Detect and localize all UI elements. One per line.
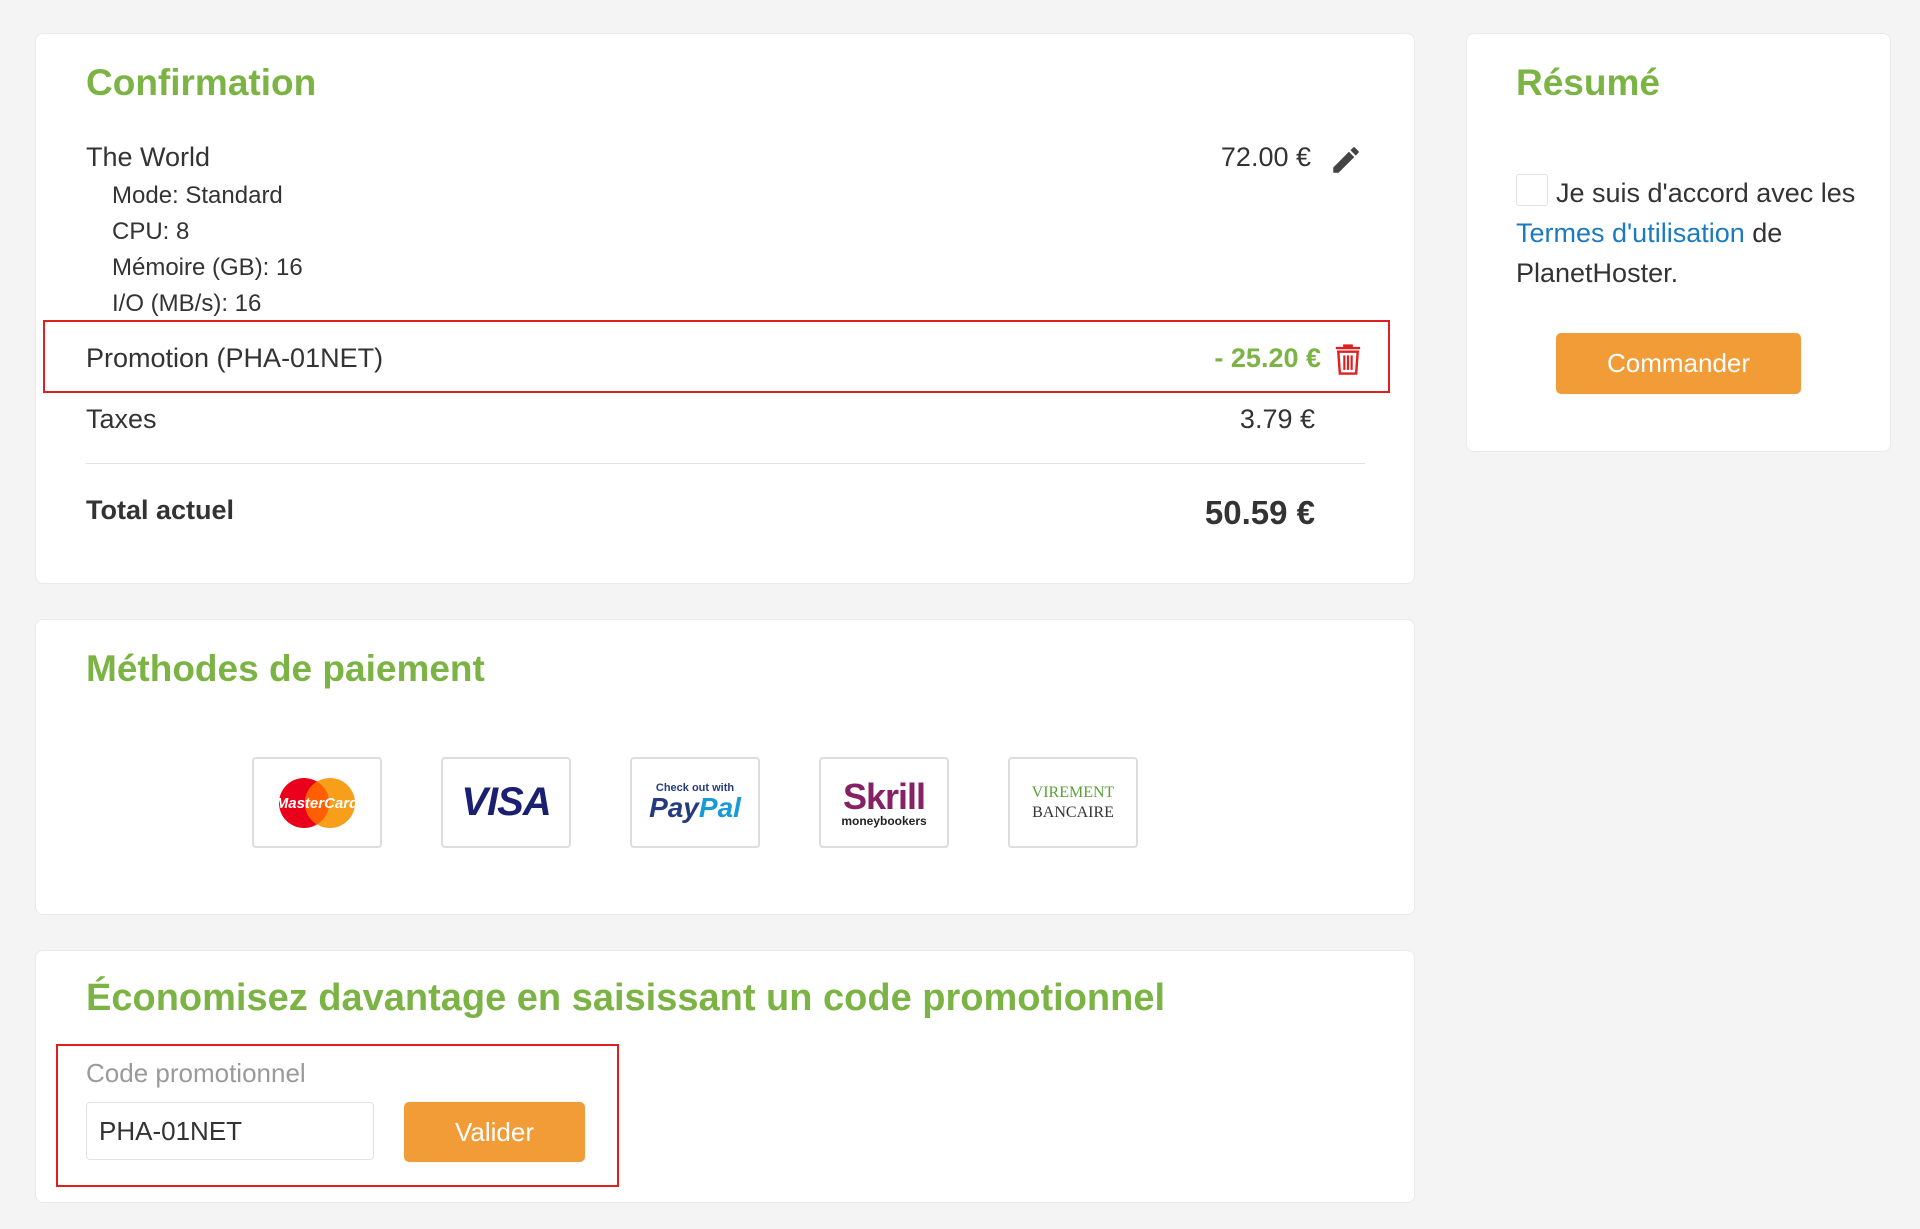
confirmation-title: Confirmation: [86, 62, 317, 103]
mastercard-logo-text: MasterCard: [276, 795, 359, 812]
promo-code-title: Économisez davantage en saisissant un co…: [86, 977, 1166, 1019]
skrill-logo-text: Skrill: [842, 775, 926, 817]
agree-prefix: Je suis d'accord avec les: [1556, 178, 1856, 208]
trash-icon[interactable]: [1333, 342, 1363, 376]
taxes-label: Taxes: [86, 404, 157, 434]
taxes-amount: 3.79 €: [1239, 404, 1315, 434]
skrill-subtext: moneybookers: [841, 813, 927, 828]
mastercard-option[interactable]: MasterCard: [252, 757, 382, 848]
promotion-amount: - 25.20 €: [1214, 343, 1321, 373]
payment-methods-title: Méthodes de paiement: [86, 648, 485, 689]
product-detail-memory: Mémoire (GB): 16: [112, 254, 303, 281]
paypal-pal: Pal: [698, 792, 741, 823]
paypal-pay: Pay: [649, 792, 699, 823]
product-detail-io: I/O (MB/s): 16: [112, 290, 262, 317]
skrill-logo: Skrill moneybookers: [841, 775, 927, 828]
paypal-logo-text: PayPal: [649, 794, 741, 822]
product-detail-cpu: CPU: 8: [112, 218, 190, 245]
virement-logo: VIREMENT BANCAIRE: [1032, 783, 1115, 823]
divider: [86, 463, 1365, 464]
summary-title: Résumé: [1516, 62, 1660, 103]
product-price: 72.00 €: [1220, 142, 1311, 172]
product-detail-mode: Mode: Standard: [112, 182, 283, 209]
edit-pencil-icon[interactable]: [1329, 143, 1363, 177]
total-label: Total actuel: [86, 495, 235, 525]
confirmation-card: Confirmation The World 72.00 € Mode: Sta…: [35, 33, 1415, 584]
total-amount: 50.59 €: [1204, 494, 1315, 531]
skrill-option[interactable]: Skrill moneybookers: [819, 757, 949, 848]
virement-top-text: VIREMENT: [1031, 783, 1115, 801]
paypal-logo: Check out with PayPal: [649, 783, 741, 822]
promo-code-label: Code promotionnel: [86, 1058, 306, 1088]
promo-code-input[interactable]: [86, 1102, 374, 1160]
virement-bancaire-option[interactable]: VIREMENT BANCAIRE: [1008, 757, 1138, 848]
terms-agreement-text: Je suis d'accord avec les Termes d'utili…: [1516, 173, 1861, 293]
payment-methods-card: Méthodes de paiement MasterCard VISA Che…: [35, 619, 1415, 915]
summary-card: Résumé Je suis d'accord avec les Termes …: [1466, 33, 1891, 452]
mastercard-logo-icon: MasterCard: [276, 777, 359, 828]
validate-button[interactable]: Valider: [404, 1102, 585, 1162]
virement-bottom-text: BANCAIRE: [1032, 803, 1114, 821]
order-button[interactable]: Commander: [1556, 333, 1801, 394]
visa-option[interactable]: VISA: [441, 757, 571, 848]
product-name: The World: [86, 142, 211, 172]
paypal-option[interactable]: Check out with PayPal: [630, 757, 760, 848]
terms-link[interactable]: Termes d'utilisation: [1516, 218, 1745, 248]
promo-code-card: Économisez davantage en saisissant un co…: [35, 950, 1415, 1203]
promotion-label: Promotion (PHA-01NET): [86, 343, 384, 373]
visa-logo-text: VISA: [461, 780, 551, 824]
